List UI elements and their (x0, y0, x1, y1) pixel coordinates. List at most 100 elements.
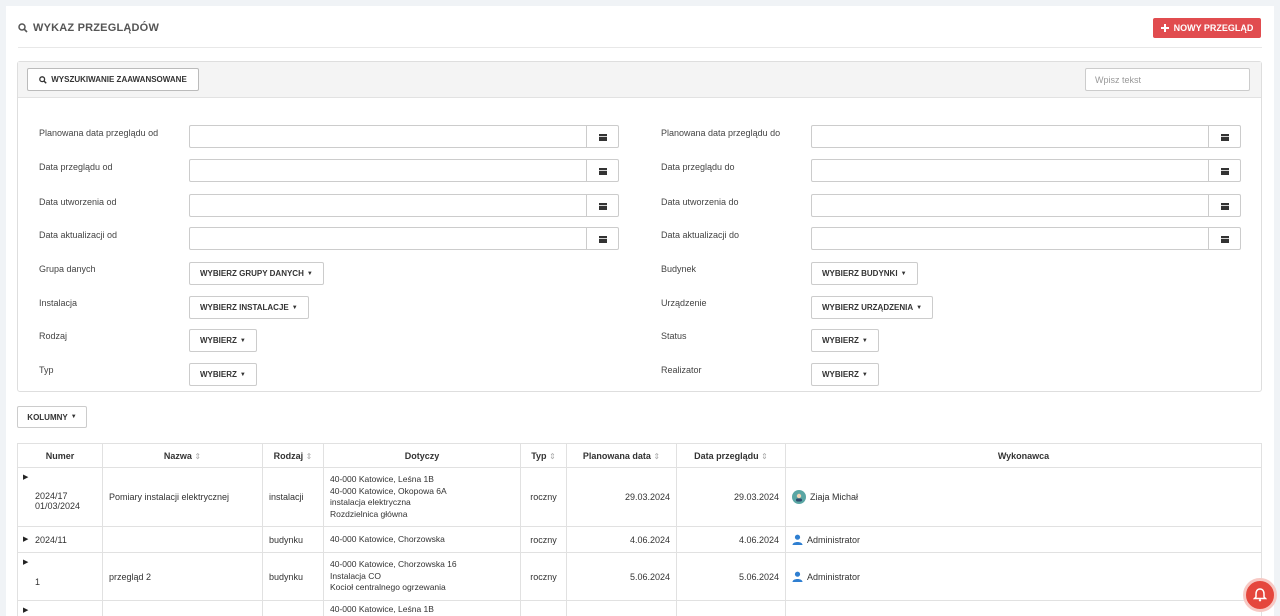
filter-panel-header: WYSZUKIWANIE ZAAWANSOWANE (18, 62, 1261, 98)
columns-button[interactable]: KOLUMNY ▼ (17, 406, 87, 428)
dotyczy-line: Rozdzielnica główna (330, 508, 408, 519)
cell-dotyczy: 40-000 Katowice, Chorzowska (323, 526, 521, 553)
review-to-input[interactable] (811, 159, 1241, 182)
expand-row-icon[interactable]: ▶ (23, 473, 28, 481)
table-row[interactable]: ▶ 2024/11 budynku 40-000 Katowice, Chorz… (17, 526, 1262, 553)
calendar-icon (598, 235, 607, 243)
cell-typ: roczny (520, 467, 567, 527)
new-review-button[interactable]: NOWY PRZEGLĄD (1153, 18, 1261, 38)
realizer-dropdown[interactable]: WYBIERZ ▼ (811, 363, 879, 386)
cell-planowana: 5.06.2024 (566, 552, 677, 601)
dotyczy-line: 40-000 Katowice, Chorzowska 16 (330, 559, 457, 570)
header-divider (18, 47, 1262, 48)
caret-down-icon: ▼ (861, 371, 868, 378)
review-to-label: Data przeglądu do (661, 162, 735, 172)
cell-numer: ▶ 2024/17 01/03/2024 (17, 467, 103, 527)
executor-name: Ziaja Michał (810, 492, 859, 502)
col-header-nazwa[interactable]: Nazwa ⇕ (102, 443, 263, 468)
updated-to-label: Data aktualizacji do (661, 230, 740, 240)
installation-label: Instalacja (39, 298, 78, 308)
notification-bell-button[interactable] (1243, 578, 1277, 612)
calendar-icon (1220, 202, 1229, 210)
calendar-button[interactable] (586, 228, 618, 249)
col-header-label: Rodzaj (273, 450, 304, 461)
sort-icon: ⇕ (549, 451, 556, 461)
status-dropdown[interactable]: WYBIERZ ▼ (811, 329, 879, 352)
page-title: WYKAZ PRZEGLĄDÓW (18, 22, 159, 34)
col-header-planowana[interactable]: Planowana data ⇕ (566, 443, 677, 468)
row-number-date: 01/03/2024 (35, 501, 81, 511)
table-row[interactable]: ▶ 1 przegląd 2 budynku 40-000 Katowice, … (17, 552, 1262, 601)
cell-rodzaj: budynku (262, 552, 324, 601)
review-from-label: Data przeglądu od (39, 162, 113, 172)
dotyczy-line: instalacja elektryczna (330, 497, 411, 507)
quick-search-input[interactable] (1085, 68, 1250, 91)
created-to-input[interactable] (811, 194, 1241, 217)
calendar-button[interactable] (1208, 195, 1240, 216)
reviews-table: Numer Nazwa ⇕ Rodzaj ⇕ Dotyczy Typ ⇕ Pla… (17, 443, 1262, 616)
device-dropdown[interactable]: WYBIERZ URZĄDZENIA ▼ (811, 296, 934, 319)
group-dropdown[interactable]: WYBIERZ GRUPY DANYCH ▼ (189, 262, 324, 285)
col-header-dotyczy[interactable]: Dotyczy (323, 443, 521, 468)
cell-rodzaj (262, 600, 324, 616)
advanced-search-button[interactable]: WYSZUKIWANIE ZAAWANSOWANE (27, 68, 199, 91)
col-header-label: Planowana data (582, 450, 651, 461)
cell-wykonawca (785, 600, 1262, 616)
caret-down-icon: ▼ (239, 337, 246, 344)
group-label: Grupa danych (39, 264, 96, 274)
caret-down-icon: ▼ (70, 414, 77, 420)
type-dropdown[interactable]: WYBIERZ ▼ (189, 363, 257, 386)
cell-data (676, 600, 786, 616)
cell-numer: ▶ (17, 600, 103, 616)
created-from-input[interactable] (189, 194, 619, 217)
device-dropdown-label: WYBIERZ URZĄDZENIA (822, 303, 914, 312)
expand-row-icon[interactable]: ▶ (23, 535, 28, 543)
col-header-label: Typ (531, 450, 547, 461)
kind-dropdown[interactable]: WYBIERZ ▼ (189, 329, 257, 352)
calendar-button[interactable] (586, 126, 618, 147)
planned-from-label: Planowana data przeglądu od (39, 128, 159, 138)
calendar-button[interactable] (1208, 228, 1240, 249)
dotyczy-line: 40-000 Katowice, Chorzowska (330, 533, 445, 544)
filter-panel: WYSZUKIWANIE ZAAWANSOWANE Planowana data… (17, 61, 1262, 392)
planned-to-label: Planowana data przeglądu do (661, 128, 781, 138)
planned-from-input[interactable] (189, 125, 619, 148)
expand-row-icon[interactable]: ▶ (23, 558, 28, 566)
table-row[interactable]: ▶ 40-000 Katowice, Leśna 1B (17, 600, 1262, 616)
calendar-button[interactable] (586, 195, 618, 216)
cell-rodzaj: budynku (262, 526, 324, 553)
cell-dotyczy: 40-000 Katowice, Leśna 1B 40-000 Katowic… (323, 467, 521, 527)
cell-nazwa: Pomiary instalacji elektrycznej (102, 467, 263, 527)
calendar-button[interactable] (586, 160, 618, 181)
calendar-icon (1220, 235, 1229, 243)
cell-numer: ▶ 2024/11 (17, 526, 103, 553)
dotyczy-line: Kocioł centralnego ogrzewania (330, 582, 446, 593)
updated-from-label: Data aktualizacji od (39, 230, 118, 240)
sort-icon: ⇕ (653, 451, 661, 461)
executor-name: Administrator (807, 571, 861, 582)
planned-to-input[interactable] (811, 125, 1241, 148)
col-header-numer[interactable]: Numer (17, 443, 103, 468)
sort-icon: ⇕ (305, 451, 313, 461)
caret-down-icon: ▼ (306, 270, 313, 277)
installation-dropdown[interactable]: WYBIERZ INSTALACJE ▼ (189, 296, 309, 319)
cell-data: 29.03.2024 (676, 467, 786, 527)
kind-label: Rodzaj (39, 331, 68, 341)
building-dropdown[interactable]: WYBIERZ BUDYNKI ▼ (811, 262, 918, 285)
caret-down-icon: ▼ (239, 371, 246, 378)
review-from-input[interactable] (189, 159, 619, 182)
updated-to-input[interactable] (811, 227, 1241, 250)
updated-from-input[interactable] (189, 227, 619, 250)
calendar-button[interactable] (1208, 160, 1240, 181)
col-header-data[interactable]: Data przeglądu ⇕ (676, 443, 786, 468)
col-header-typ[interactable]: Typ ⇕ (520, 443, 567, 468)
calendar-button[interactable] (1208, 126, 1240, 147)
cell-planowana: 4.06.2024 (566, 526, 677, 553)
col-header-wykonawca[interactable]: Wykonawca (785, 443, 1262, 468)
page-header: WYKAZ PRZEGLĄDÓW NOWY PRZEGLĄD (6, 6, 1274, 48)
caret-down-icon: ▼ (291, 304, 298, 311)
table-row[interactable]: ▶ 2024/17 01/03/2024 Pomiary instalacji … (17, 467, 1262, 527)
col-header-rodzaj[interactable]: Rodzaj ⇕ (262, 443, 324, 468)
expand-row-icon[interactable]: ▶ (23, 606, 28, 614)
caret-down-icon: ▼ (900, 270, 907, 277)
